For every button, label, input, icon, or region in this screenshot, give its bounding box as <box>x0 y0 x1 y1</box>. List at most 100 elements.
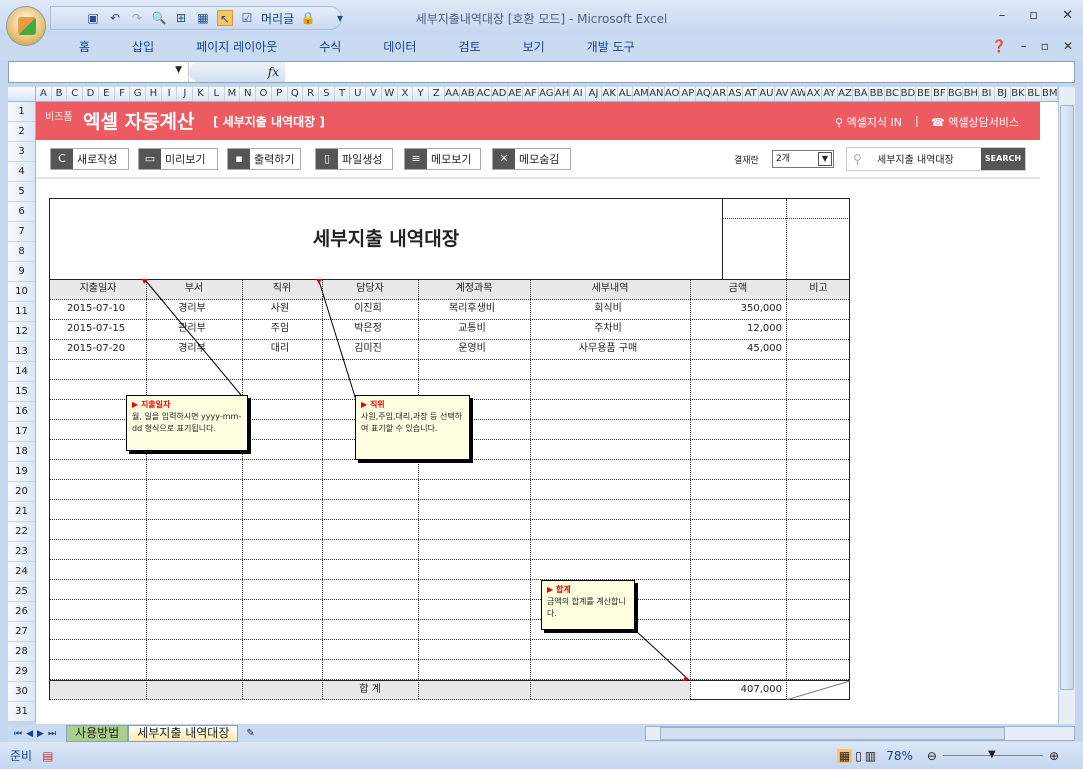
row-header[interactable]: 28 <box>8 642 35 662</box>
row-header[interactable]: 19 <box>8 462 35 482</box>
column-header[interactable]: Q <box>288 87 304 101</box>
maximize-button[interactable]: ▫ <box>1029 8 1038 23</box>
zoom-out-icon[interactable]: ⊖ <box>927 749 937 763</box>
row-header[interactable]: 2 <box>8 122 35 142</box>
column-header[interactable]: AA <box>445 87 461 101</box>
column-header[interactable]: D <box>83 87 99 101</box>
column-header[interactable]: BJ <box>995 87 1011 101</box>
horizontal-scroll-thumb[interactable] <box>660 727 1005 740</box>
column-header[interactable]: AP <box>680 87 697 101</box>
column-header[interactable]: BK <box>1011 87 1027 101</box>
row-header[interactable]: 12 <box>8 322 35 342</box>
row-header[interactable]: 13 <box>8 342 35 362</box>
row-header[interactable]: 24 <box>8 562 35 582</box>
row-header[interactable]: 31 <box>8 702 35 722</box>
column-header[interactable]: F <box>115 87 131 101</box>
select-all-button[interactable] <box>8 87 36 101</box>
row-header[interactable]: 25 <box>8 582 35 602</box>
column-header[interactable]: AE <box>508 87 524 101</box>
row-header[interactable]: 4 <box>8 162 35 182</box>
column-header[interactable]: M <box>225 87 241 101</box>
column-header[interactable]: G <box>130 87 147 101</box>
formula-input[interactable] <box>289 62 1074 82</box>
row-header[interactable]: 14 <box>8 362 35 382</box>
sheet-tab[interactable]: 세부지출 내역대장 <box>128 725 239 742</box>
row-header[interactable]: 10 <box>8 282 35 302</box>
column-header[interactable]: AS <box>728 87 744 101</box>
ribbon-tab[interactable]: 삽입 <box>111 36 175 60</box>
ribbon-tab[interactable]: 개발 도구 <box>566 36 656 60</box>
row-header[interactable]: 21 <box>8 502 35 522</box>
column-header[interactable]: AU <box>759 87 775 101</box>
row-header[interactable]: 3 <box>8 142 35 162</box>
column-header[interactable]: BI <box>979 87 995 101</box>
column-header[interactable]: K <box>193 87 209 101</box>
minimize-button[interactable]: – <box>999 8 1006 23</box>
row-header[interactable]: 26 <box>8 602 35 622</box>
column-header[interactable]: AM <box>633 87 650 101</box>
column-header[interactable]: AH <box>555 87 571 101</box>
row-header[interactable]: 8 <box>8 242 35 262</box>
column-header[interactable]: BA <box>853 87 870 101</box>
ribbon-minimize-button[interactable]: – <box>1021 39 1027 53</box>
column-header[interactable]: AR <box>712 87 728 101</box>
column-header[interactable]: N <box>240 87 257 101</box>
column-header[interactable]: BL <box>1026 87 1042 101</box>
row-header[interactable]: 6 <box>8 202 35 222</box>
row-header[interactable]: 23 <box>8 542 35 562</box>
row-header[interactable]: 18 <box>8 442 35 462</box>
column-header[interactable]: BB <box>869 87 885 101</box>
column-header[interactable]: V <box>366 87 382 101</box>
column-header[interactable]: C <box>67 87 84 101</box>
ribbon-tab[interactable]: 보기 <box>502 36 566 60</box>
column-header[interactable]: AK <box>602 87 618 101</box>
row-header[interactable]: 22 <box>8 522 35 542</box>
column-header[interactable]: AV <box>775 87 791 101</box>
column-header[interactable]: BC <box>885 87 901 101</box>
row-header[interactable]: 5 <box>8 182 35 202</box>
row-header[interactable]: 27 <box>8 622 35 642</box>
ribbon-tab[interactable]: 페이지 레이아웃 <box>175 36 298 60</box>
column-header[interactable]: AF <box>523 87 539 101</box>
column-header[interactable]: H <box>146 87 162 101</box>
column-header[interactable]: E <box>99 87 115 101</box>
column-header[interactable]: BD <box>901 87 917 101</box>
column-header[interactable]: U <box>350 87 367 101</box>
close-button[interactable]: ✕ <box>1062 8 1073 23</box>
column-header[interactable]: S <box>319 87 335 101</box>
row-header[interactable]: 29 <box>8 662 35 682</box>
column-header[interactable]: O <box>256 87 272 101</box>
ribbon-restore-button[interactable]: ▫ <box>1041 39 1049 53</box>
column-header[interactable]: X <box>398 87 414 101</box>
column-header[interactable]: AO <box>665 87 681 101</box>
zoom-in-icon[interactable]: ⊕ <box>1049 749 1059 763</box>
column-header[interactable]: AL <box>618 87 634 101</box>
office-button[interactable] <box>6 6 46 46</box>
column-header[interactable]: AB <box>460 87 477 101</box>
column-header[interactable]: AD <box>492 87 508 101</box>
ribbon-tab[interactable]: 홈 <box>58 36 111 60</box>
page-layout-view-icon[interactable]: ▯ <box>855 749 862 763</box>
column-header[interactable]: Z <box>429 87 445 101</box>
column-header[interactable]: J <box>177 87 194 101</box>
column-header[interactable]: AY <box>822 87 838 101</box>
column-header[interactable]: AJ <box>586 87 602 101</box>
column-header[interactable]: P <box>272 87 288 101</box>
sheet-tab[interactable]: 사용방법 <box>66 725 129 742</box>
column-header[interactable]: AX <box>806 87 822 101</box>
column-header[interactable]: T <box>335 87 351 101</box>
help-icon[interactable]: ❓ <box>992 39 1007 53</box>
column-header[interactable]: AI <box>570 87 587 101</box>
row-header[interactable]: 9 <box>8 262 35 282</box>
sheet-nav-arrows-icon[interactable]: ⏮◀▶⏭ <box>8 729 66 739</box>
ribbon-tab[interactable]: 수식 <box>298 36 362 60</box>
ribbon-tab[interactable]: 데이터 <box>362 36 437 60</box>
column-header[interactable]: Y <box>413 87 429 101</box>
zoom-level[interactable]: 78% <box>886 749 913 763</box>
zoom-slider-handle[interactable]: ▼ <box>988 749 996 760</box>
column-header[interactable]: AG <box>539 87 555 101</box>
scroll-thumb[interactable] <box>1060 105 1074 690</box>
insert-function-button[interactable]: fx <box>189 62 285 82</box>
column-header[interactable]: A <box>36 87 52 101</box>
worksheet[interactable]: 비즈폼 엑셀 자동계산 [ 세부지출 내역대장 ] ⚲ 엑셀지식 IN | ☎ … <box>36 102 1058 724</box>
